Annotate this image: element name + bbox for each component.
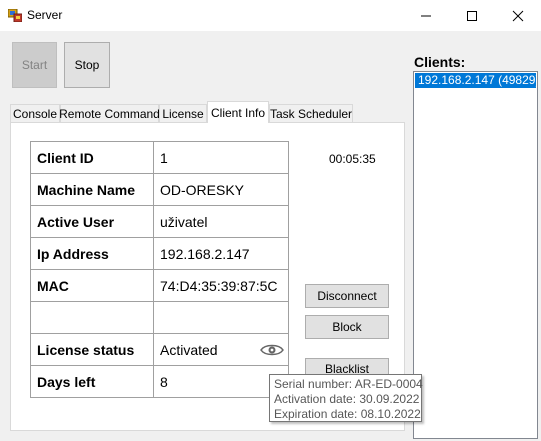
window-title: Server [27,8,63,22]
server-app-icon [8,9,22,22]
minimize-button[interactable] [403,0,449,31]
table-row: MAC 74:D4:35:39:87:5C [30,269,289,302]
table-row: Ip Address 192.168.2.147 [30,237,289,270]
machine-name-label: Machine Name [30,173,154,206]
close-icon [512,10,524,21]
table-row: Days left 8 [30,365,289,398]
days-left-label: Days left [30,365,154,398]
tooltip-serial: Serial number: AR-ED-0004 [274,377,423,391]
maximize-button[interactable] [449,0,495,31]
table-row: License status Activated [30,333,289,366]
active-user-label: Active User [30,205,154,238]
machine-name-value: OD-ORESKY [153,173,289,206]
client-id-label: Client ID [30,141,154,174]
table-row [30,301,289,334]
stop-button[interactable]: Stop [64,42,110,88]
disconnect-button[interactable]: Disconnect [305,284,389,308]
minimize-icon [421,15,431,16]
ip-address-label: Ip Address [30,237,154,270]
client-id-value: 1 [153,141,289,174]
tooltip-expiration: Expiration date: 08.10.2022 [274,407,421,421]
close-button[interactable] [495,0,541,31]
maximize-icon [467,10,477,21]
start-button[interactable]: Start [12,42,57,88]
clients-label: Clients: [414,54,466,70]
tab-client-info[interactable]: Client Info [207,101,269,123]
tab-license[interactable]: License [159,104,207,122]
tab-remote-command[interactable]: Remote Command [59,104,160,122]
license-status-cell: Activated [153,333,289,366]
client-info-table: Client ID 1 Machine Name OD-ORESKY Activ… [30,141,289,398]
clients-list[interactable]: 192.168.2.147 (49829) [413,71,538,439]
mac-label: MAC [30,269,154,302]
table-row: Active User uživatel [30,205,289,238]
empty-value [153,301,289,334]
tab-task-scheduler[interactable]: Task Scheduler [269,104,353,122]
client-list-item[interactable]: 192.168.2.147 (49829) [415,73,536,88]
tab-console[interactable]: Console [10,104,60,122]
ip-address-value: 192.168.2.147 [153,237,289,270]
uptime-label: 00:05:35 [329,152,376,166]
tooltip-activation: Activation date: 30.09.2022 [274,392,420,406]
eye-icon[interactable] [260,342,284,358]
license-status-value: Activated [160,341,218,358]
block-button[interactable]: Block [305,315,389,339]
empty-label [30,301,154,334]
table-row: Machine Name OD-ORESKY [30,173,289,206]
license-tooltip: Serial number: AR-ED-0004 Activation dat… [269,374,423,422]
license-status-label: License status [30,333,154,366]
active-user-value: uživatel [153,205,289,238]
mac-value: 74:D4:35:39:87:5C [153,269,289,302]
table-row: Client ID 1 [30,141,289,174]
